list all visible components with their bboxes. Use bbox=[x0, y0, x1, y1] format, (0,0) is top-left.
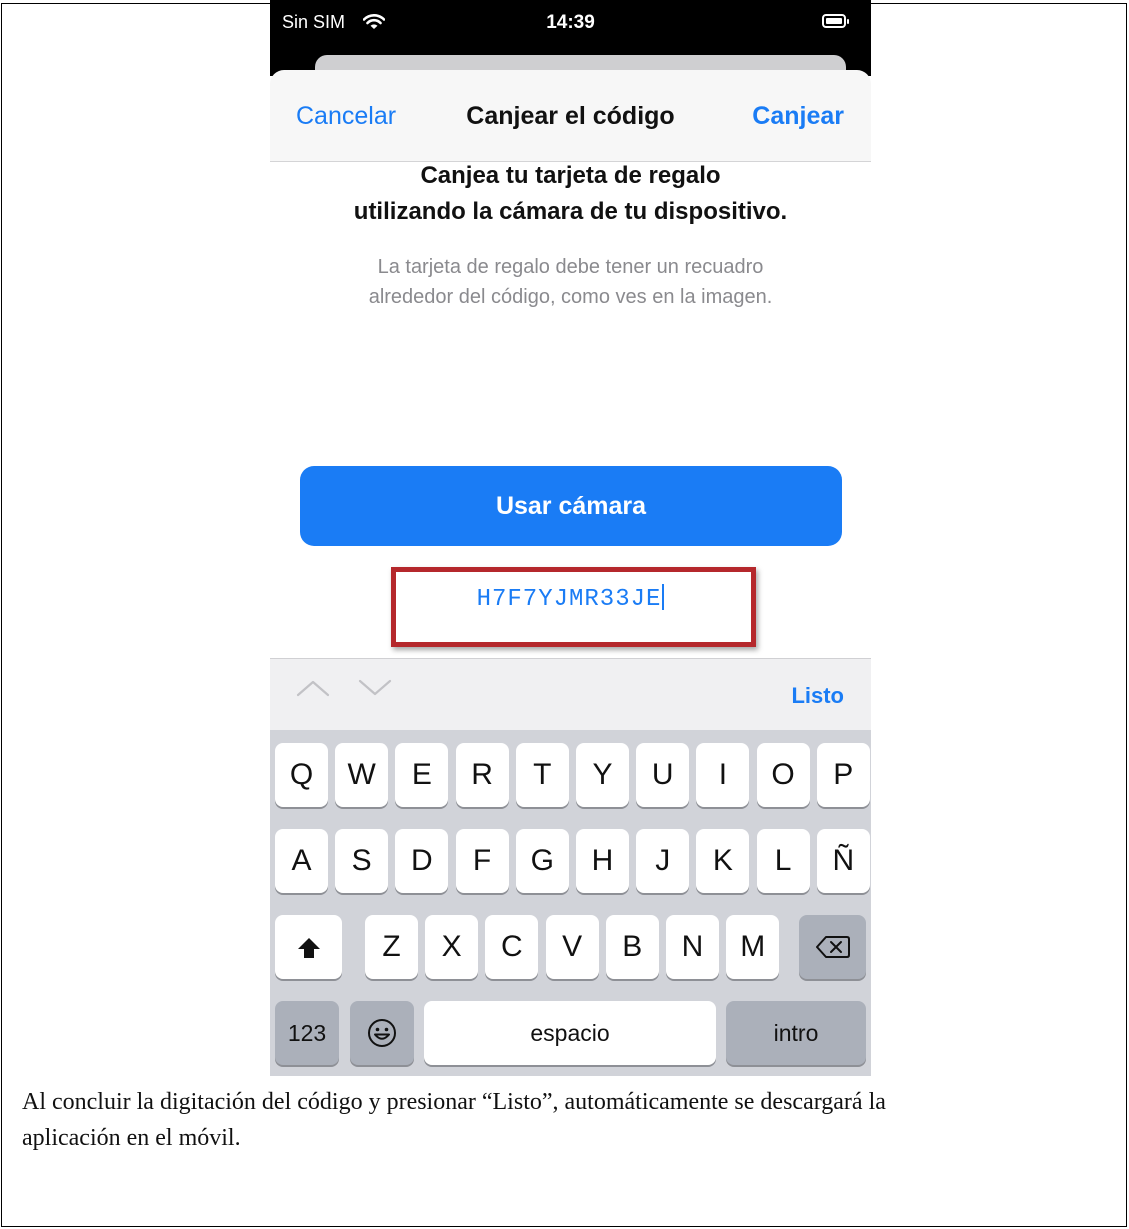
key-z[interactable]: Z bbox=[365, 915, 418, 979]
chevron-up-icon[interactable] bbox=[296, 679, 330, 702]
key-o[interactable]: O bbox=[756, 743, 810, 807]
clock: 14:39 bbox=[546, 12, 595, 33]
key-s-label: S bbox=[351, 844, 372, 877]
key-g[interactable]: G bbox=[515, 829, 569, 893]
heading-line-1: Canjea tu tarjeta de regalo bbox=[420, 162, 721, 189]
shift-key[interactable] bbox=[275, 915, 342, 979]
return-key-label: intro bbox=[773, 1020, 819, 1046]
key-j-label: J bbox=[655, 844, 671, 877]
return-key[interactable]: intro bbox=[726, 1001, 866, 1065]
key-v[interactable]: V bbox=[545, 915, 599, 979]
key-r[interactable]: R bbox=[455, 743, 509, 807]
key-i-label: I bbox=[718, 758, 728, 791]
key-w-label: W bbox=[347, 758, 376, 791]
keyboard-toolbar: Listo bbox=[270, 658, 871, 730]
key-t-label: T bbox=[533, 758, 552, 791]
phone-screenshot: Sin SIM 14:39 Cancelar Canjear el código… bbox=[270, 0, 871, 1076]
shift-icon bbox=[297, 938, 320, 958]
numbers-key[interactable]: 123 bbox=[275, 1001, 339, 1065]
emoji-icon bbox=[368, 1019, 396, 1047]
heading-line-2: utilizando la cámara de tu dispositivo. bbox=[353, 198, 788, 225]
caption: Al concluir la digitación del código y p… bbox=[22, 1084, 1122, 1156]
key-h[interactable]: H bbox=[576, 829, 629, 893]
status-bar: Sin SIM 14:39 bbox=[270, 0, 871, 46]
key-q[interactable]: Q bbox=[275, 743, 328, 807]
key-x[interactable]: X bbox=[425, 915, 479, 979]
instructions-heading: Canjea tu tarjeta de regalo utilizando l… bbox=[270, 158, 871, 230]
key-g-label: G bbox=[530, 844, 554, 877]
key-k[interactable]: K bbox=[696, 829, 750, 893]
key-c-label: C bbox=[501, 930, 523, 963]
key-f[interactable]: F bbox=[455, 829, 509, 893]
numbers-key-label: 123 bbox=[287, 1020, 327, 1046]
key-n-tilde[interactable]: Ñ bbox=[816, 829, 870, 893]
space-key-label: espacio bbox=[530, 1020, 610, 1046]
use-camera-button[interactable]: Usar cámara bbox=[300, 466, 842, 546]
key-o-label: O bbox=[771, 758, 795, 791]
battery-icon bbox=[822, 14, 849, 28]
key-n-label: N bbox=[681, 930, 704, 963]
key-t[interactable]: T bbox=[515, 743, 569, 807]
key-e-label: E bbox=[411, 758, 432, 791]
key-r-label: R bbox=[471, 758, 493, 791]
key-y[interactable]: Y bbox=[576, 743, 629, 807]
key-d-label: D bbox=[411, 844, 433, 877]
key-p-label: P bbox=[833, 758, 854, 791]
key-a-label: A bbox=[291, 844, 312, 877]
key-w[interactable]: W bbox=[335, 743, 389, 807]
instructions-subtext: La tarjeta de regalo debe tener un recua… bbox=[270, 252, 871, 312]
key-b[interactable]: B bbox=[605, 915, 659, 979]
highlight-annotation-box bbox=[391, 567, 756, 647]
caption-line-1: Al concluir la digitación del código y p… bbox=[22, 1089, 886, 1115]
key-n[interactable]: N bbox=[666, 915, 719, 979]
key-e[interactable]: E bbox=[395, 743, 449, 807]
key-z-label: Z bbox=[382, 930, 401, 963]
key-v-label: V bbox=[562, 930, 583, 963]
key-x-label: X bbox=[441, 930, 462, 963]
key-u[interactable]: U bbox=[636, 743, 690, 807]
done-button[interactable]: Listo bbox=[791, 683, 844, 709]
key-u-label: U bbox=[651, 758, 674, 791]
key-c[interactable]: C bbox=[485, 915, 539, 979]
key-l[interactable]: L bbox=[756, 829, 810, 893]
key-i[interactable]: I bbox=[696, 743, 750, 807]
key-y-label: Y bbox=[592, 758, 613, 791]
key-f-label: F bbox=[472, 844, 492, 877]
subtext-line-2: alrededor del código, como ves en la ima… bbox=[368, 286, 773, 308]
key-m-label: M bbox=[740, 930, 766, 963]
delete-icon bbox=[815, 936, 850, 958]
key-k-label: K bbox=[712, 844, 733, 877]
emoji-key[interactable] bbox=[350, 1001, 414, 1065]
key-q-label: Q bbox=[289, 758, 314, 791]
key-l-label: L bbox=[774, 844, 792, 877]
key-h-label: H bbox=[591, 844, 614, 877]
key-p[interactable]: P bbox=[816, 743, 870, 807]
key-n-tilde-label: Ñ bbox=[832, 844, 855, 877]
nav-bar: Cancelar Canjear el código Canjear bbox=[270, 70, 871, 162]
key-j[interactable]: J bbox=[636, 829, 690, 893]
subtext-line-1: La tarjeta de regalo debe tener un recua… bbox=[377, 256, 764, 278]
caption-line-2: aplicación en el móvil. bbox=[22, 1125, 241, 1151]
chevron-down-icon[interactable] bbox=[358, 679, 392, 702]
redeem-button[interactable]: Canjear bbox=[752, 102, 844, 131]
key-a[interactable]: A bbox=[275, 829, 328, 893]
key-d[interactable]: D bbox=[395, 829, 449, 893]
keyboard: Q W E R T Y U I O P A S D F G H J K L Ñ Z X C V B N M 123 espacio int… bbox=[270, 730, 871, 1076]
space-key[interactable]: espacio bbox=[424, 1001, 716, 1065]
key-s[interactable]: S bbox=[335, 829, 389, 893]
key-b-label: B bbox=[622, 930, 643, 963]
delete-key[interactable] bbox=[799, 915, 866, 979]
key-m[interactable]: M bbox=[726, 915, 780, 979]
